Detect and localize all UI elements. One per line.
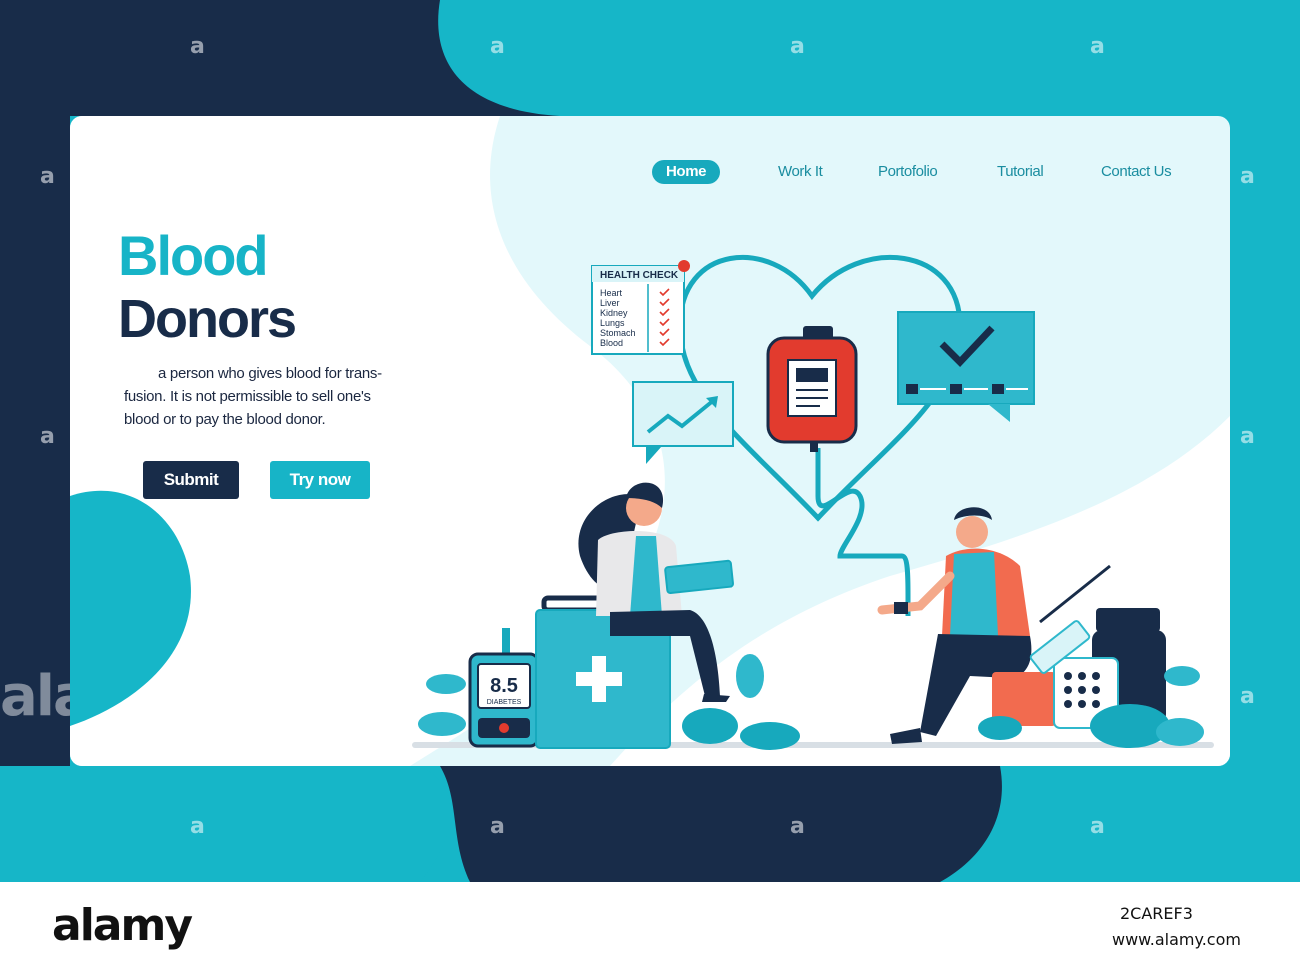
glucose-value: 8.5 [490, 675, 518, 697]
growth-chart-bubble [632, 381, 734, 464]
watermark-a: a [1240, 684, 1255, 709]
watermark-a: a [40, 424, 55, 449]
watermark-a: a [40, 164, 55, 189]
health-item-stomach: Stomach [600, 328, 636, 338]
health-item-liver: Liver [600, 298, 620, 308]
watermark-a: a [1240, 424, 1255, 449]
health-item-kidney: Kidney [600, 308, 628, 318]
watermark-a: a [1090, 814, 1105, 839]
tablet-icon [664, 559, 734, 594]
blood-bag-icon [766, 326, 858, 452]
close-icon [678, 260, 690, 272]
watermark-a: a [1240, 164, 1255, 189]
watermark-a: a [190, 34, 205, 59]
stock-footer-bar: alamy 2CAREF3 www.alamy.com [0, 882, 1300, 972]
health-check-card: HEALTH CHECK Heart Liver Kidney Lungs St… [591, 260, 690, 355]
page-background: a a a a a a a a a a a a a alamy Home Wor… [0, 0, 1300, 882]
health-item-heart: Heart [600, 288, 623, 298]
approved-chat-bubble [897, 311, 1035, 422]
footer-url: www.alamy.com [1112, 930, 1241, 949]
watermark-a: a [490, 34, 505, 59]
watermark-a: a [190, 814, 205, 839]
blood-donation-illustration: HEALTH CHECK Heart Liver Kidney Lungs St… [412, 254, 1214, 750]
glucose-label: DIABETES [487, 699, 522, 706]
footer-logo: alamy [52, 900, 193, 951]
watermark-a: a [790, 34, 805, 59]
footer-image-id: 2CAREF3 [1120, 904, 1193, 923]
watermark-a: a [490, 814, 505, 839]
glucose-meter-icon: 8.5 DIABETES [468, 628, 540, 748]
landing-page-card: Home Work It Portofolio Tutorial Contact… [70, 116, 1230, 766]
health-check-title: HEALTH CHECK [600, 270, 679, 281]
health-item-lungs: Lungs [600, 318, 625, 328]
health-item-blood: Blood [600, 338, 623, 348]
watermark-a: a [1090, 34, 1105, 59]
watermark-a: a [790, 814, 805, 839]
